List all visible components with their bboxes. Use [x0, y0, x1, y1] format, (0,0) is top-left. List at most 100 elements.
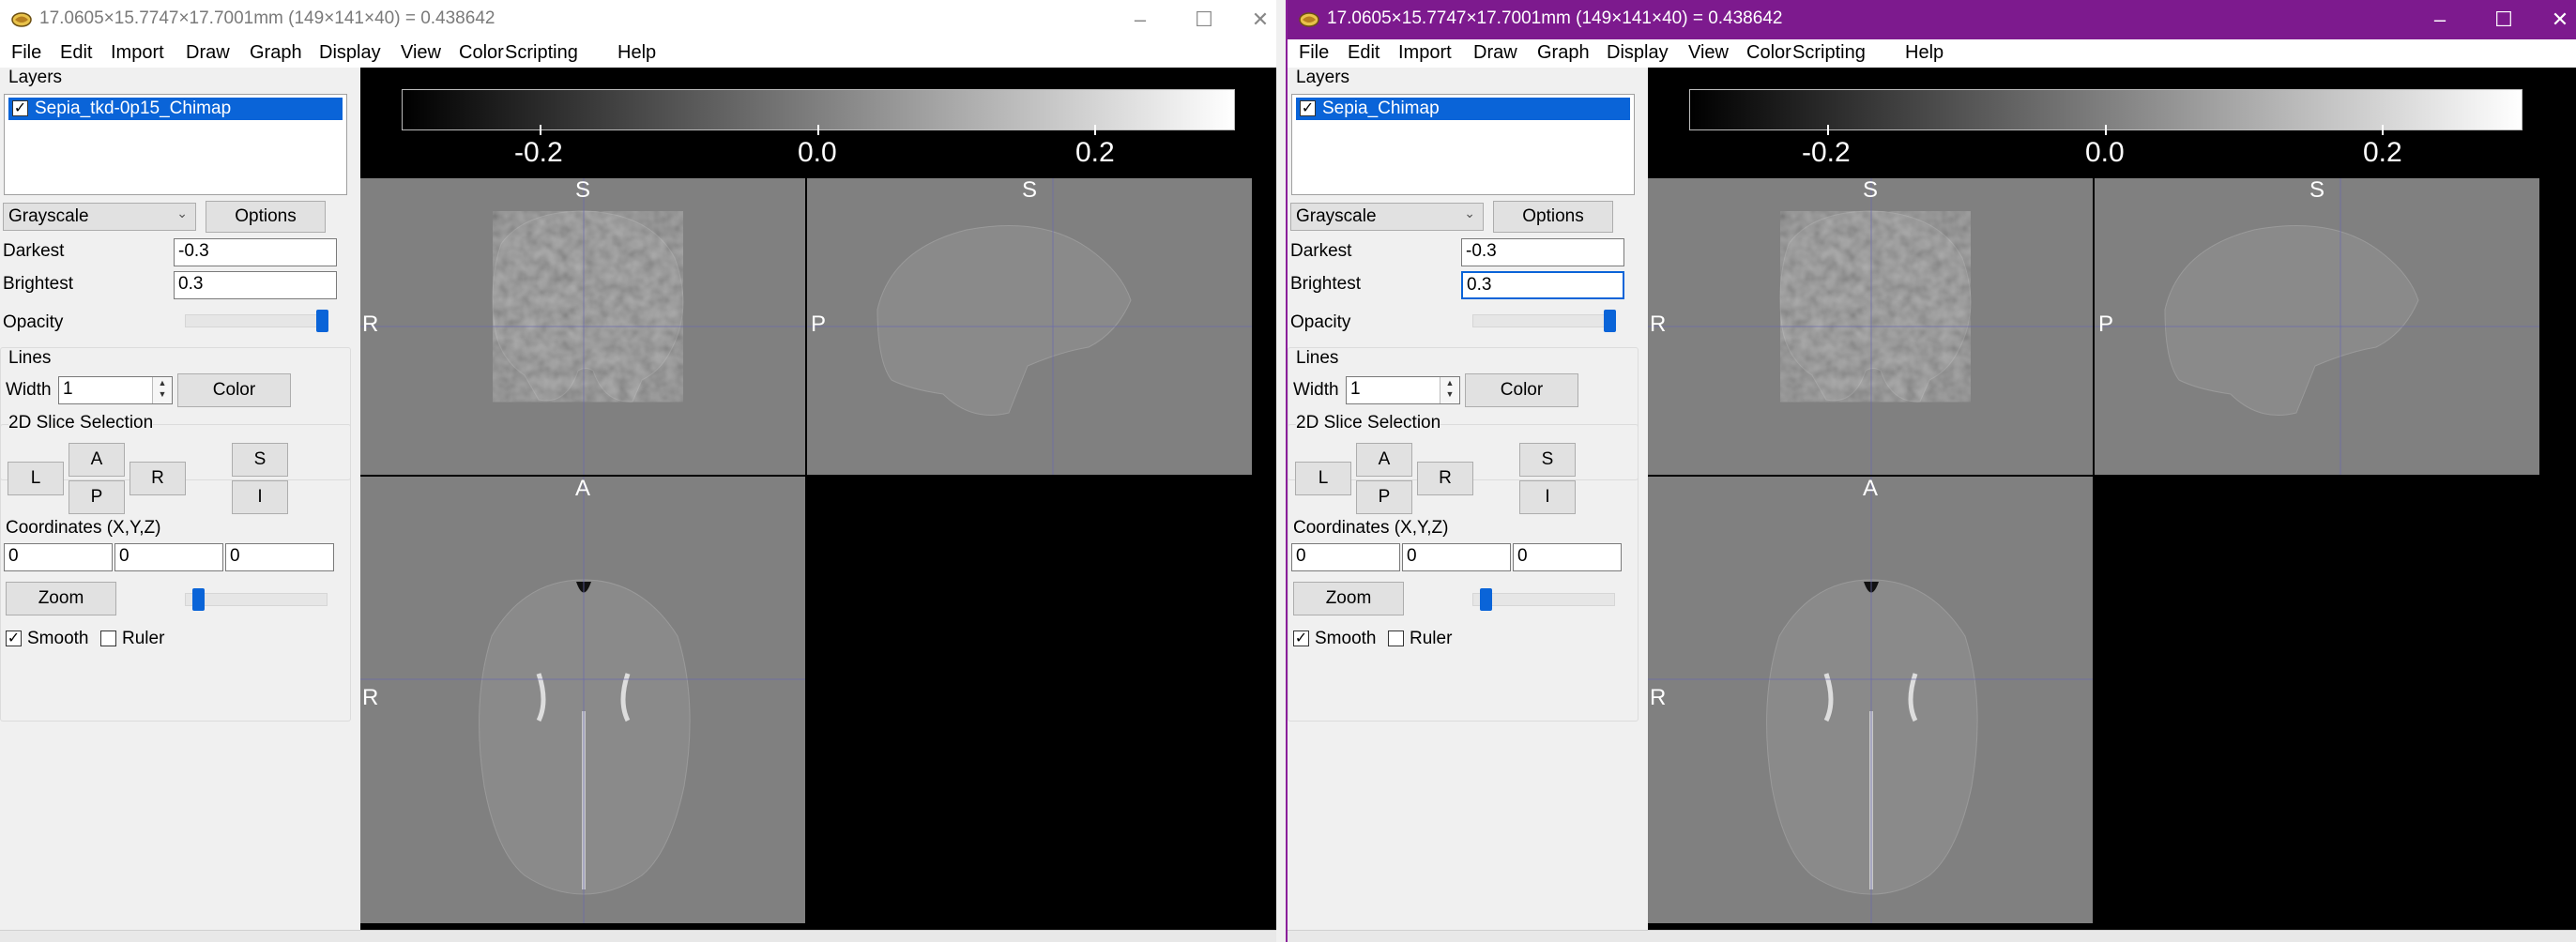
menu-item-draw[interactable]: Draw — [1473, 42, 1517, 64]
image-viewer[interactable]: -0.2 0.0 0.2 S R S P A R — [1648, 68, 2576, 931]
layer-visible-checkbox[interactable]: ✓ — [12, 100, 28, 116]
orientation-label: R — [1650, 685, 1667, 710]
layers-list[interactable]: ✓ Sepia_tkd-0p15_Chimap — [4, 94, 347, 195]
zoom-slider[interactable] — [1472, 588, 1615, 611]
darkest-input[interactable]: -0.3 — [174, 238, 337, 266]
sagittal-view[interactable] — [807, 178, 1252, 475]
menu-item-file[interactable]: File — [1299, 42, 1329, 64]
menu-item-file[interactable]: File — [11, 42, 41, 64]
close-icon[interactable]: ✕ — [1246, 6, 1274, 34]
width-input[interactable]: 1 ▲ ▼ — [1346, 376, 1460, 404]
brightest-input[interactable]: 0.3 — [1461, 271, 1624, 299]
menu-item-view[interactable]: View — [401, 42, 441, 64]
colormap-select[interactable]: Grayscale ⌄ — [1290, 203, 1484, 231]
smooth-checkbox[interactable]: ✓ — [1293, 631, 1309, 646]
ruler-checkbox[interactable] — [100, 631, 116, 646]
orientation-label: P — [2098, 311, 2114, 337]
layer-item[interactable]: ✓ Sepia_tkd-0p15_Chimap — [8, 98, 343, 120]
menu-item-import[interactable]: Import — [111, 42, 164, 64]
spin-up-icon[interactable]: ▲ — [1440, 377, 1459, 388]
line-color-button[interactable]: Color — [177, 373, 291, 407]
slice-I-button[interactable]: I — [1519, 480, 1576, 514]
coord-y-input[interactable]: 0 — [1402, 543, 1511, 571]
ruler-checkbox[interactable] — [1388, 631, 1404, 646]
slice-A-button[interactable]: A — [1356, 443, 1412, 477]
menu-bar: File Edit Import Draw Graph Display View Color S… — [0, 39, 1276, 68]
menu-item-help[interactable]: Help — [617, 42, 656, 64]
spin-up-icon[interactable]: ▲ — [153, 377, 172, 388]
width-input[interactable]: 1 ▲ ▼ — [58, 376, 173, 404]
colorbar-tick-label: 0.0 — [798, 137, 837, 168]
layer-visible-checkbox[interactable]: ✓ — [1300, 100, 1316, 116]
slice-A-button[interactable]: A — [69, 443, 125, 477]
coord-y-input[interactable]: 0 — [114, 543, 223, 571]
menu-item-scripting[interactable]: Scripting — [1792, 42, 1866, 64]
menu-item-view[interactable]: View — [1688, 42, 1729, 64]
brightest-label: Brightest — [1290, 274, 1361, 294]
menu-item-draw[interactable]: Draw — [186, 42, 230, 64]
layers-list[interactable]: ✓ Sepia_Chimap — [1291, 94, 1635, 195]
spin-down-icon[interactable]: ▼ — [153, 388, 172, 400]
opacity-slider[interactable] — [185, 310, 328, 332]
coord-z-input[interactable]: 0 — [225, 543, 334, 571]
opacity-slider-thumb[interactable] — [316, 310, 328, 332]
zoom-slider[interactable] — [185, 588, 328, 611]
slice-S-button[interactable]: S — [232, 443, 288, 477]
line-color-button[interactable]: Color — [1465, 373, 1578, 407]
zoom-slider-thumb[interactable] — [1480, 588, 1492, 611]
options-button[interactable]: Options — [1493, 201, 1613, 233]
menu-item-import[interactable]: Import — [1398, 42, 1452, 64]
menu-item-graph[interactable]: Graph — [250, 42, 302, 64]
smooth-checkbox[interactable]: ✓ — [6, 631, 22, 646]
zoom-button[interactable]: Zoom — [6, 582, 116, 615]
sagittal-view[interactable] — [2095, 178, 2539, 475]
maximize-icon[interactable]: ☐ — [1190, 6, 1218, 34]
axial-view[interactable] — [360, 477, 805, 923]
slice-R-button[interactable]: R — [1417, 462, 1473, 495]
coord-x-input[interactable]: 0 — [4, 543, 113, 571]
coord-z-input[interactable]: 0 — [1513, 543, 1622, 571]
coronal-view[interactable] — [1648, 178, 2093, 475]
menu-item-edit[interactable]: Edit — [60, 42, 92, 64]
zoom-button[interactable]: Zoom — [1293, 582, 1404, 615]
image-viewer[interactable]: -0.2 0.0 0.2 S R S P A R — [360, 68, 1276, 931]
menu-item-color[interactable]: Color — [1746, 42, 1791, 64]
slice-R-button[interactable]: R — [130, 462, 186, 495]
menu-item-color[interactable]: Color — [459, 42, 504, 64]
options-button[interactable]: Options — [206, 201, 326, 233]
spin-down-icon[interactable]: ▼ — [1440, 388, 1459, 400]
zoom-slider-thumb[interactable] — [192, 588, 205, 611]
slice-P-button[interactable]: P — [69, 480, 125, 514]
window-right: 17.0605×15.7747×17.7001mm (149×141×40) =… — [1286, 0, 2576, 942]
minimize-icon[interactable]: – — [1126, 6, 1154, 34]
width-stepper[interactable]: ▲ ▼ — [152, 377, 172, 403]
menu-item-graph[interactable]: Graph — [1537, 42, 1590, 64]
coronal-view[interactable] — [360, 178, 805, 475]
menu-item-edit[interactable]: Edit — [1348, 42, 1379, 64]
layer-item[interactable]: ✓ Sepia_Chimap — [1296, 98, 1630, 120]
colormap-select[interactable]: Grayscale ⌄ — [3, 203, 196, 231]
app-icon — [1299, 12, 1319, 27]
orientation-label: R — [1650, 311, 1667, 337]
menu-item-scripting[interactable]: Scripting — [505, 42, 578, 64]
coordinates-label: Coordinates (X,Y,Z) — [6, 518, 161, 538]
minimize-icon[interactable]: – — [2426, 6, 2454, 34]
menu-item-display[interactable]: Display — [1607, 42, 1669, 64]
width-stepper[interactable]: ▲ ▼ — [1440, 377, 1459, 403]
slice-L-button[interactable]: L — [8, 462, 64, 495]
opacity-slider[interactable] — [1472, 310, 1616, 332]
slice-L-button[interactable]: L — [1295, 462, 1351, 495]
axial-view[interactable] — [1648, 477, 2093, 923]
slice-P-button[interactable]: P — [1356, 480, 1412, 514]
close-icon[interactable]: ✕ — [2546, 6, 2574, 34]
darkest-input[interactable]: -0.3 — [1461, 238, 1624, 266]
orientation-label: S — [575, 177, 591, 203]
maximize-icon[interactable]: ☐ — [2490, 6, 2518, 34]
slice-S-button[interactable]: S — [1519, 443, 1576, 477]
menu-item-help[interactable]: Help — [1905, 42, 1943, 64]
menu-item-display[interactable]: Display — [319, 42, 381, 64]
opacity-slider-thumb[interactable] — [1604, 310, 1616, 332]
brightest-input[interactable]: 0.3 — [174, 271, 337, 299]
coord-x-input[interactable]: 0 — [1291, 543, 1400, 571]
slice-I-button[interactable]: I — [232, 480, 288, 514]
